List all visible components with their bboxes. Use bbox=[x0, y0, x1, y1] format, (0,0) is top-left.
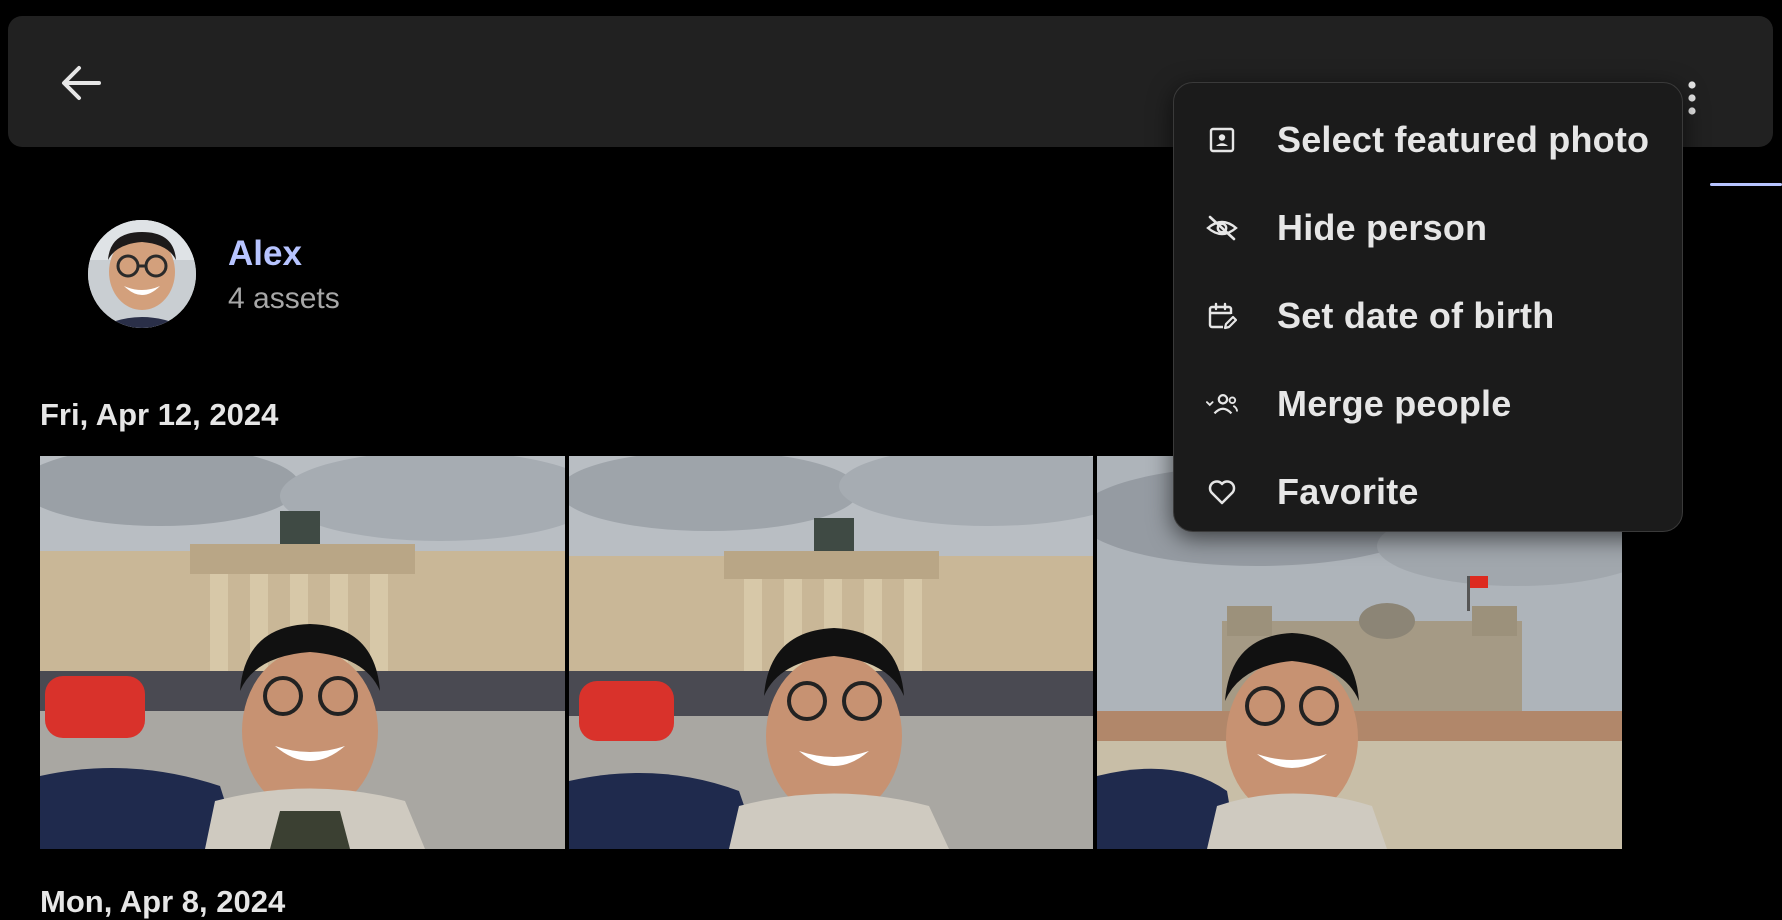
heart-icon bbox=[1206, 476, 1238, 508]
menu-item-favorite[interactable]: Favorite bbox=[1174, 448, 1682, 536]
menu-item-select-featured-photo[interactable]: Select featured photo bbox=[1174, 96, 1682, 184]
menu-item-hide-person[interactable]: Hide person bbox=[1174, 184, 1682, 272]
menu-item-label: Merge people bbox=[1277, 383, 1512, 424]
context-menu: Select featured photo Hide person Set da… bbox=[1173, 82, 1683, 532]
back-button[interactable] bbox=[48, 58, 114, 108]
date-group-header: Mon, Apr 8, 2024 bbox=[40, 884, 286, 919]
menu-item-label: Set date of birth bbox=[1277, 295, 1555, 336]
person-name[interactable]: Alex bbox=[228, 234, 302, 274]
arrow-left-icon bbox=[62, 66, 101, 100]
calendar-edit-icon bbox=[1206, 300, 1238, 332]
merge-people-icon bbox=[1206, 388, 1238, 420]
person-avatar[interactable] bbox=[88, 220, 196, 328]
asset-count: 4 assets bbox=[228, 282, 340, 315]
photo-thumbnail[interactable] bbox=[40, 456, 565, 849]
more-vertical-icon bbox=[1688, 81, 1696, 115]
loading-indicator bbox=[1710, 183, 1782, 186]
eye-off-icon bbox=[1206, 212, 1238, 244]
menu-item-label: Hide person bbox=[1277, 207, 1488, 248]
menu-item-label: Select featured photo bbox=[1277, 119, 1650, 160]
menu-item-label: Favorite bbox=[1277, 471, 1419, 512]
date-group-header: Fri, Apr 12, 2024 bbox=[40, 397, 279, 432]
photo-thumbnail[interactable] bbox=[569, 456, 1093, 849]
menu-item-merge-people[interactable]: Merge people bbox=[1174, 360, 1682, 448]
menu-item-set-date-of-birth[interactable]: Set date of birth bbox=[1174, 272, 1682, 360]
featured-photo-icon bbox=[1206, 124, 1238, 156]
